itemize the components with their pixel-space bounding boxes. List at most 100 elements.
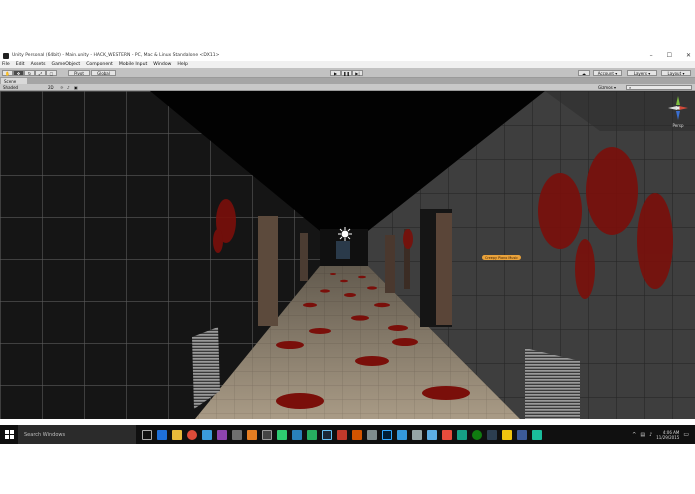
taskbar-search-input[interactable]: Search Windows (18, 425, 136, 444)
app-icon-6[interactable] (337, 429, 347, 440)
orientation-gizmo[interactable]: Persp (667, 95, 689, 128)
layers-label: Layers (633, 70, 647, 76)
rotate-tool-button[interactable]: ↻ (24, 70, 35, 76)
move-icon: ✥ (16, 70, 21, 76)
steam-icon[interactable] (322, 429, 332, 440)
app-icon-1[interactable] (232, 429, 242, 440)
layout-label: Layout (667, 70, 682, 76)
unity-logo-icon (3, 52, 9, 59)
app-icon-8[interactable] (367, 429, 377, 440)
pinned-apps (142, 429, 542, 440)
audio-toggle[interactable]: ♪ (67, 85, 70, 90)
app-icon-4[interactable] (292, 429, 302, 440)
shading-mode-dropdown[interactable]: Shaded (3, 85, 43, 90)
menu-component[interactable]: Component (86, 62, 113, 67)
object-tag-label[interactable]: Creepy Piano Music (482, 255, 522, 260)
file-explorer-icon[interactable] (172, 429, 182, 440)
app-icon-5[interactable] (307, 429, 317, 440)
app-icon-7[interactable] (352, 429, 362, 440)
visual-studio-icon[interactable] (217, 429, 227, 440)
chevron-up-icon[interactable]: ^ (632, 432, 636, 438)
xbox-icon[interactable] (472, 429, 482, 440)
app-icon-3[interactable] (277, 429, 287, 440)
scale-icon: ⤢ (38, 70, 43, 76)
app-icon-10[interactable] (412, 429, 422, 440)
scene-viewport[interactable]: Persp Creepy Piano Music (0, 91, 695, 419)
minimize-button[interactable]: – (650, 52, 653, 59)
windows-logo-icon (4, 430, 14, 439)
taskbar-clock[interactable]: 4:06 AM 11/29/2015 (656, 430, 679, 440)
pause-icon: ❚❚ (343, 70, 350, 76)
effects-toggle[interactable]: ▣ (74, 85, 78, 90)
global-toggle[interactable]: Global (91, 70, 116, 76)
scale-tool-button[interactable]: ⤢ (35, 70, 46, 76)
step-button[interactable]: ▶| (352, 70, 363, 76)
network-icon[interactable]: ▤ (640, 432, 645, 438)
task-view-icon[interactable] (142, 429, 152, 440)
image-icon: ▣ (74, 85, 78, 90)
cloud-icon: ☁ (582, 70, 586, 76)
scene-search-input[interactable]: ⌕ (626, 85, 692, 90)
app-icon-17[interactable] (532, 429, 542, 440)
gizmos-label: Gizmos (598, 85, 613, 90)
menu-edit[interactable]: Edit (16, 62, 25, 67)
chevron-down-icon: ▾ (615, 70, 618, 76)
app-icon-13[interactable] (457, 429, 467, 440)
hand-tool-button[interactable]: ✋ (2, 70, 13, 76)
corridor-render (0, 91, 695, 419)
pause-button[interactable]: ❚❚ (341, 70, 352, 76)
cloud-button[interactable]: ☁ (578, 70, 590, 76)
pivot-toggle[interactable]: Pivot (68, 70, 90, 76)
photoshop-icon[interactable] (382, 429, 392, 440)
account-label: Account (597, 70, 614, 76)
object-tag-text: Creepy Piano Music (485, 255, 519, 260)
menu-window[interactable]: Window (153, 62, 171, 67)
app-icon-12[interactable] (442, 429, 452, 440)
layers-dropdown[interactable]: Layers ▾ (627, 70, 657, 76)
edge-icon[interactable] (157, 429, 167, 440)
pivot-label: Pivot (74, 70, 84, 76)
step-icon: ▶| (355, 70, 360, 76)
rect-tool-button[interactable]: ▢ (46, 70, 57, 76)
app-icon-2[interactable] (247, 429, 257, 440)
menu-mobile-input[interactable]: Mobile Input (119, 62, 147, 67)
menu-assets[interactable]: Assets (31, 62, 46, 67)
app-icon-14[interactable] (487, 429, 497, 440)
account-dropdown[interactable]: Account ▾ (593, 70, 622, 76)
layout-dropdown[interactable]: Layout ▾ (661, 70, 691, 76)
persp-label[interactable]: Persp (667, 123, 689, 128)
2d-label: 2D (48, 85, 54, 90)
play-button[interactable]: ▶ (330, 70, 341, 76)
light-gizmo-icon[interactable] (338, 227, 352, 241)
top-margin (0, 0, 695, 50)
rect-icon: ▢ (49, 70, 54, 76)
close-button[interactable]: ✕ (686, 52, 691, 59)
speaker-icon: ♪ (67, 85, 70, 90)
lighting-toggle[interactable]: ☼ (60, 85, 64, 90)
menu-bar: File Edit Assets GameObject Component Mo… (0, 61, 695, 68)
axis-gizmo-icon (668, 96, 688, 120)
start-button[interactable] (0, 425, 18, 444)
app-icon-15[interactable] (502, 429, 512, 440)
chrome-icon[interactable] (187, 429, 197, 440)
global-label: Global (97, 70, 110, 76)
app-icon-16[interactable] (517, 429, 527, 440)
volume-icon[interactable]: ♪ (649, 432, 652, 438)
unity-taskbar-icon[interactable] (262, 429, 272, 440)
notification-icon[interactable]: ▭ (683, 431, 689, 438)
menu-help[interactable]: Help (177, 62, 187, 67)
bottom-margin (0, 444, 695, 494)
gizmos-dropdown[interactable]: Gizmos ▾ (598, 85, 616, 90)
menu-file[interactable]: File (2, 62, 10, 67)
menu-gameobject[interactable]: GameObject (52, 62, 81, 67)
window-title: Unity Personal (64bit) - Main.unity - HA… (12, 53, 220, 58)
store-icon[interactable] (202, 429, 212, 440)
app-icon-9[interactable] (397, 429, 407, 440)
maximize-button[interactable]: ☐ (667, 52, 672, 59)
2d-toggle[interactable]: 2D (48, 85, 54, 90)
main-toolbar: ✋ ✥ ↻ ⤢ ▢ Pivot Global ▶ ❚❚ ▶| ☁ Account… (0, 68, 695, 78)
move-tool-button[interactable]: ✥ (13, 70, 24, 76)
window-controls: – ☐ ✕ (650, 50, 691, 61)
app-icon-11[interactable] (427, 429, 437, 440)
title-bar: Unity Personal (64bit) - Main.unity - HA… (0, 50, 695, 61)
